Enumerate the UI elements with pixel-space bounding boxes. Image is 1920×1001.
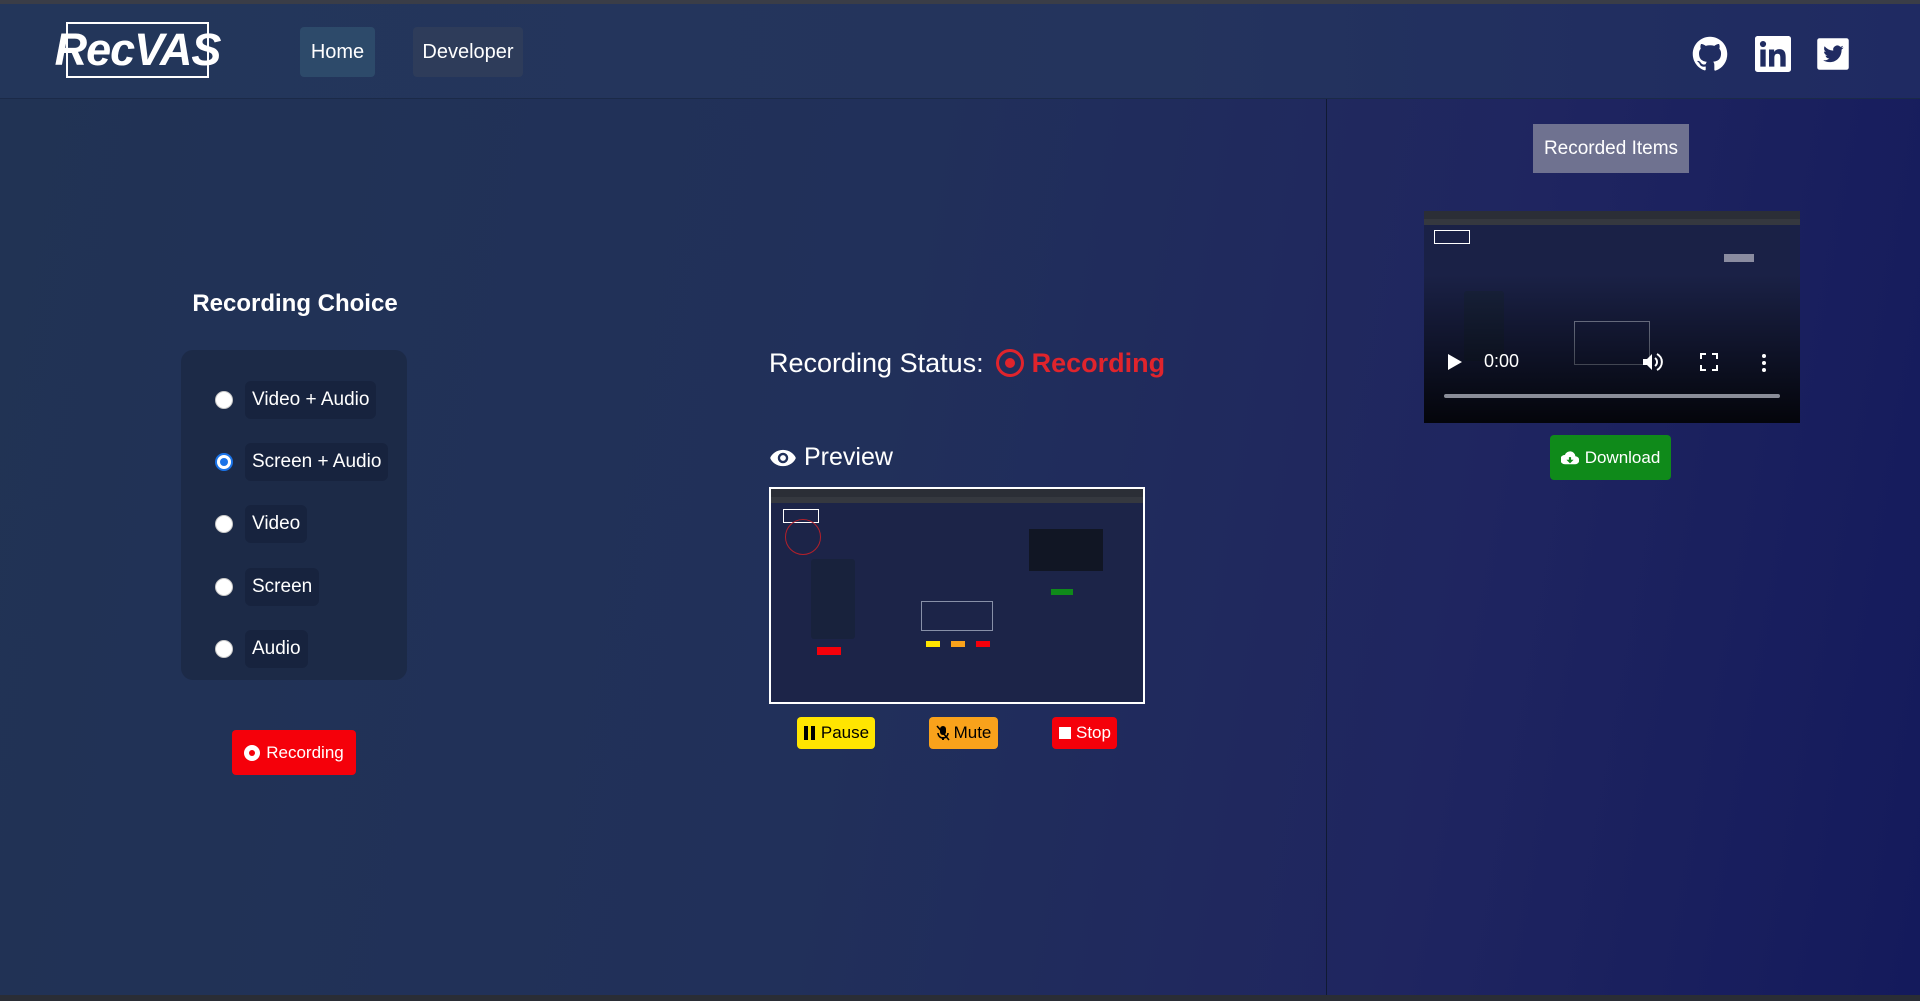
video-progress-bar[interactable] bbox=[1444, 394, 1780, 398]
stop-label: Stop bbox=[1076, 723, 1111, 742]
preview-recorded-video bbox=[1029, 529, 1103, 571]
fullscreen-icon[interactable] bbox=[1700, 353, 1718, 371]
record-icon bbox=[244, 744, 261, 761]
navbar: RecVAS Home Developer bbox=[0, 4, 1920, 99]
option-screen[interactable]: Screen bbox=[215, 567, 320, 607]
more-options-icon[interactable] bbox=[1761, 353, 1767, 373]
twitter-icon[interactable] bbox=[1815, 36, 1851, 72]
preview-choice-panel bbox=[811, 559, 855, 639]
nav-home-button[interactable]: Home bbox=[300, 27, 375, 77]
preview-inner-preview bbox=[921, 601, 993, 631]
pause-label: Pause bbox=[820, 723, 870, 742]
preview-video[interactable] bbox=[769, 487, 1145, 704]
recording-button[interactable]: Recording bbox=[232, 730, 356, 775]
radio-video-audio[interactable] bbox=[215, 391, 233, 409]
volume-icon[interactable] bbox=[1641, 351, 1663, 373]
logo[interactable]: RecVAS bbox=[55, 22, 221, 78]
preview-title: Preview bbox=[769, 443, 893, 472]
pause-icon bbox=[803, 726, 815, 740]
preview-cursor-ring bbox=[785, 519, 821, 555]
option-label[interactable]: Audio bbox=[245, 630, 308, 668]
preview-address-bar bbox=[771, 497, 1143, 503]
eye-icon bbox=[770, 449, 796, 466]
download-label: Download bbox=[1584, 447, 1661, 467]
preview-pause bbox=[926, 641, 940, 647]
option-label[interactable]: Video bbox=[245, 505, 308, 543]
radio-screen-audio[interactable] bbox=[215, 453, 233, 471]
recorded-video-player[interactable]: 0:00 bbox=[1424, 211, 1800, 423]
nav-developer-button[interactable]: Developer bbox=[413, 27, 523, 77]
preview-download bbox=[1051, 589, 1073, 595]
column-divider bbox=[1326, 99, 1327, 995]
radio-screen[interactable] bbox=[215, 578, 233, 596]
option-label[interactable]: Screen bbox=[245, 568, 320, 606]
window-bottom-border bbox=[0, 995, 1920, 1001]
linkedin-icon[interactable] bbox=[1755, 36, 1791, 72]
download-button[interactable]: Download bbox=[1550, 435, 1671, 480]
radio-audio[interactable] bbox=[215, 640, 233, 658]
status-label: Recording Status: bbox=[769, 347, 984, 378]
recording-choice-panel: Video + Audio Screen + Audio Video Scree… bbox=[181, 350, 407, 680]
record-status-icon bbox=[995, 349, 1024, 377]
mute-button[interactable]: Mute bbox=[929, 717, 998, 749]
stop-button[interactable]: Stop bbox=[1052, 717, 1117, 749]
play-icon[interactable] bbox=[1447, 353, 1463, 371]
stop-icon bbox=[1059, 727, 1071, 739]
microphone-slash-icon bbox=[936, 725, 950, 741]
option-video[interactable]: Video bbox=[215, 504, 308, 544]
preview-browser-tabs bbox=[771, 489, 1143, 497]
recorded-items-button[interactable]: Recorded Items bbox=[1533, 124, 1689, 173]
option-label[interactable]: Screen + Audio bbox=[245, 443, 389, 481]
status-value: Recording bbox=[1031, 347, 1166, 378]
video-time: 0:00 bbox=[1484, 351, 1520, 371]
pause-button[interactable]: Pause bbox=[797, 717, 875, 749]
recording-status: Recording Status: Recording bbox=[769, 343, 1165, 383]
preview-mute bbox=[951, 641, 965, 647]
preview-record-button bbox=[817, 647, 841, 655]
github-icon[interactable] bbox=[1692, 36, 1728, 72]
cloud-download-icon bbox=[1560, 450, 1579, 464]
recording-choice-title: Recording Choice bbox=[192, 290, 398, 317]
preview-label: Preview bbox=[804, 443, 893, 471]
option-screen-audio[interactable]: Screen + Audio bbox=[215, 442, 389, 482]
radio-video[interactable] bbox=[215, 515, 233, 533]
option-video-audio[interactable]: Video + Audio bbox=[215, 380, 377, 420]
option-label[interactable]: Video + Audio bbox=[245, 381, 377, 419]
preview-stop bbox=[976, 641, 990, 647]
recording-button-label: Recording bbox=[266, 742, 344, 762]
mute-label: Mute bbox=[953, 723, 992, 742]
option-audio[interactable]: Audio bbox=[215, 629, 308, 669]
video-controls-shade bbox=[1424, 211, 1800, 423]
